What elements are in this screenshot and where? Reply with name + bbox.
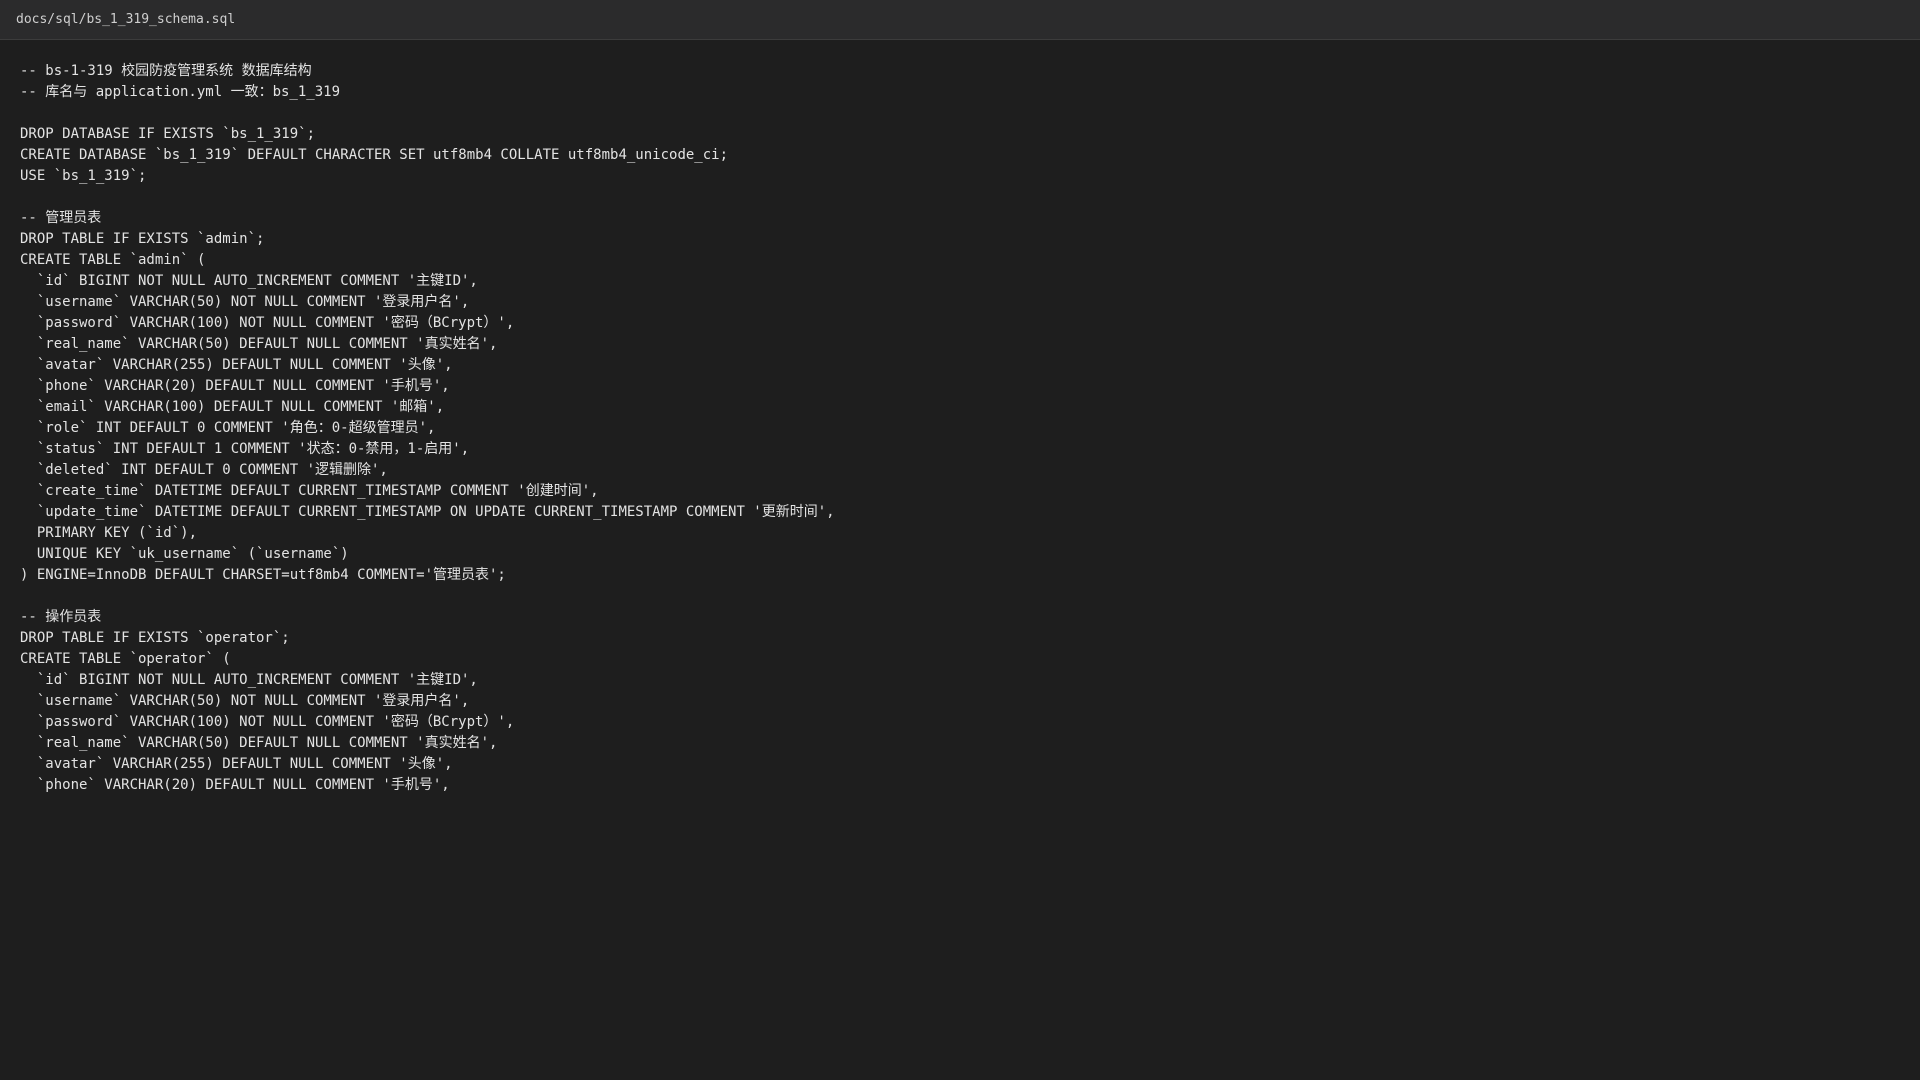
code-line[interactable]: USE `bs_1_319`; [20, 166, 1920, 187]
code-line[interactable]: DROP DATABASE IF EXISTS `bs_1_319`; [20, 124, 1920, 145]
code-line[interactable]: `avatar` VARCHAR(255) DEFAULT NULL COMME… [20, 754, 1920, 775]
code-line[interactable]: `phone` VARCHAR(20) DEFAULT NULL COMMENT… [20, 775, 1920, 796]
code-line[interactable]: `phone` VARCHAR(20) DEFAULT NULL COMMENT… [20, 376, 1920, 397]
file-tab-bar: docs/sql/bs_1_319_schema.sql [0, 0, 1920, 40]
file-path-label[interactable]: docs/sql/bs_1_319_schema.sql [16, 12, 235, 27]
code-line[interactable]: `id` BIGINT NOT NULL AUTO_INCREMENT COMM… [20, 670, 1920, 691]
code-line[interactable]: UNIQUE KEY `uk_username` (`username`) [20, 544, 1920, 565]
code-line[interactable]: `email` VARCHAR(100) DEFAULT NULL COMMEN… [20, 397, 1920, 418]
code-line[interactable]: CREATE DATABASE `bs_1_319` DEFAULT CHARA… [20, 145, 1920, 166]
code-line[interactable]: `update_time` DATETIME DEFAULT CURRENT_T… [20, 502, 1920, 523]
code-line[interactable]: `role` INT DEFAULT 0 COMMENT '角色：0-超级管理员… [20, 418, 1920, 439]
code-line[interactable]: PRIMARY KEY (`id`), [20, 523, 1920, 544]
code-line[interactable]: `real_name` VARCHAR(50) DEFAULT NULL COM… [20, 334, 1920, 355]
code-line[interactable]: `avatar` VARCHAR(255) DEFAULT NULL COMME… [20, 355, 1920, 376]
code-line[interactable]: CREATE TABLE `admin` ( [20, 250, 1920, 271]
code-line[interactable]: -- 管理员表 [20, 208, 1920, 229]
code-line[interactable]: `create_time` DATETIME DEFAULT CURRENT_T… [20, 481, 1920, 502]
code-line[interactable]: -- 操作员表 [20, 607, 1920, 628]
code-line[interactable]: `deleted` INT DEFAULT 0 COMMENT '逻辑删除', [20, 460, 1920, 481]
code-line[interactable]: `status` INT DEFAULT 1 COMMENT '状态：0-禁用，… [20, 439, 1920, 460]
code-line[interactable]: `password` VARCHAR(100) NOT NULL COMMENT… [20, 712, 1920, 733]
code-line[interactable]: -- bs-1-319 校园防疫管理系统 数据库结构 [20, 61, 1920, 82]
code-line[interactable]: `real_name` VARCHAR(50) DEFAULT NULL COM… [20, 733, 1920, 754]
code-line[interactable]: `password` VARCHAR(100) NOT NULL COMMENT… [20, 313, 1920, 334]
code-line[interactable] [20, 586, 1920, 607]
code-line[interactable]: DROP TABLE IF EXISTS `operator`; [20, 628, 1920, 649]
code-line[interactable]: DROP TABLE IF EXISTS `admin`; [20, 229, 1920, 250]
code-line[interactable]: -- 库名与 application.yml 一致：bs_1_319 [20, 82, 1920, 103]
code-line[interactable]: `username` VARCHAR(50) NOT NULL COMMENT … [20, 292, 1920, 313]
code-editor[interactable]: -- bs-1-319 校园防疫管理系统 数据库结构 -- 库名与 applic… [0, 40, 1920, 796]
editor-window: docs/sql/bs_1_319_schema.sql -- bs-1-319… [0, 0, 1920, 1080]
code-line[interactable]: ) ENGINE=InnoDB DEFAULT CHARSET=utf8mb4 … [20, 565, 1920, 586]
code-line[interactable] [20, 103, 1920, 124]
code-line[interactable] [20, 187, 1920, 208]
code-line[interactable]: CREATE TABLE `operator` ( [20, 649, 1920, 670]
code-line[interactable]: `username` VARCHAR(50) NOT NULL COMMENT … [20, 691, 1920, 712]
code-line[interactable]: `id` BIGINT NOT NULL AUTO_INCREMENT COMM… [20, 271, 1920, 292]
